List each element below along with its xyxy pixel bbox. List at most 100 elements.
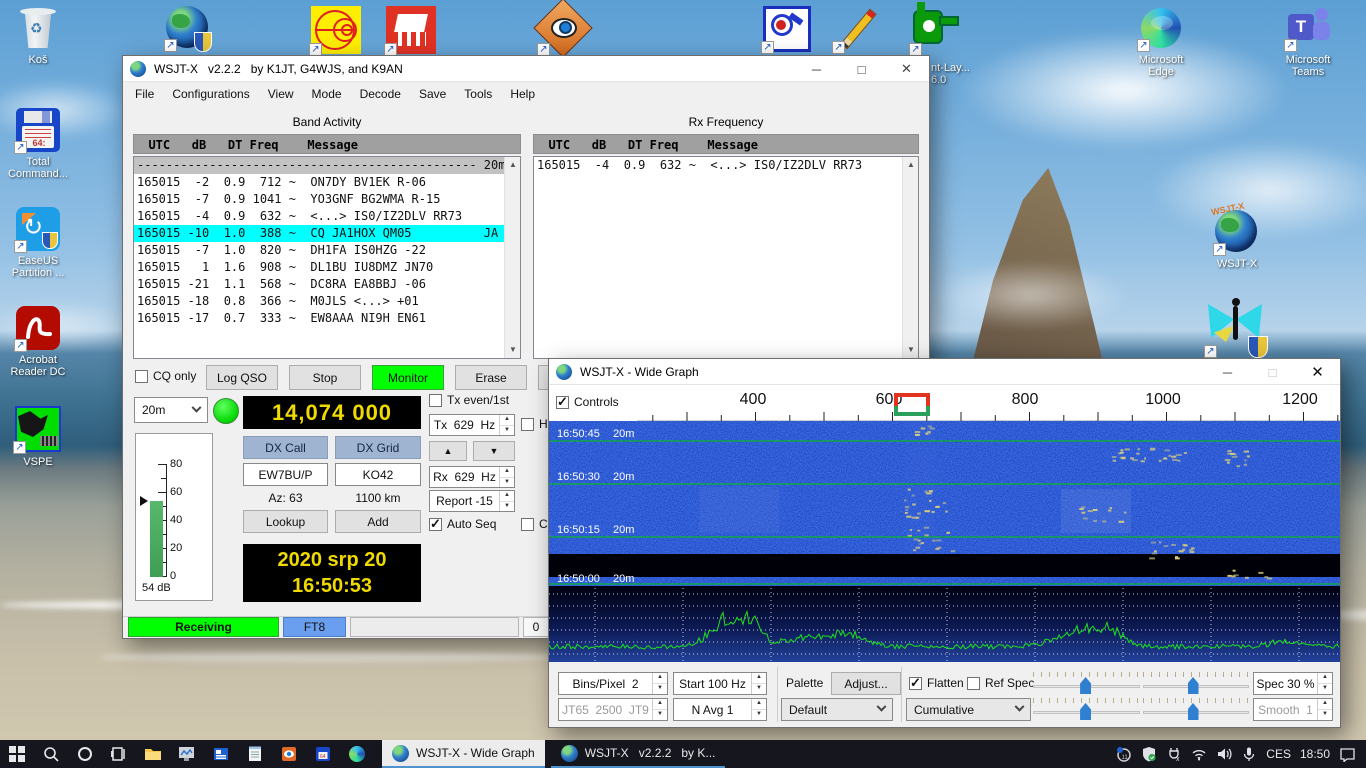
spectrum-zero-slider[interactable] <box>1143 698 1249 720</box>
ref-spec-checkbox[interactable]: Ref Spec <box>967 676 1034 690</box>
stop-button[interactable]: Stop <box>289 365 361 390</box>
language-indicator[interactable]: CES <box>1266 747 1291 761</box>
rx-frequency-list[interactable]: 165015 -4 0.9 632 ~ <...> IS0/IZ2DLV RR7… <box>533 156 919 359</box>
scroll-up-icon[interactable]: ▲ <box>903 157 919 173</box>
n-avg-spinner[interactable]: N Avg 1 ▲▼ <box>673 698 767 721</box>
dx-call-field[interactable]: EW7BU/P <box>243 463 328 486</box>
jt65-jt9-spinner[interactable]: JT65 2500 JT9 ▲▼ <box>558 698 668 721</box>
defender-shield-icon[interactable] <box>1141 746 1157 762</box>
bins-pixel-spinner[interactable]: Bins/Pixel 2 ▲▼ <box>558 672 668 695</box>
notepad-icon[interactable] <box>242 740 268 768</box>
desktop-icon-acrobat[interactable]: ↗ Acrobat Reader DC <box>0 306 76 378</box>
wide-graph-titlebar[interactable]: WSJT-X - Wide Graph ─ □ ✕ <box>549 359 1340 385</box>
maximize-button[interactable]: □ <box>1250 359 1295 385</box>
checkbox-box[interactable] <box>135 370 148 383</box>
monitor-button[interactable]: Monitor <box>372 365 444 390</box>
spinner-arrows[interactable]: ▲▼ <box>1317 673 1332 694</box>
log-qso-button[interactable]: Log QSO <box>206 365 278 390</box>
desktop-icon-easeus[interactable]: ↻ ↗ EaseUS Partition ... <box>0 207 76 279</box>
rx-freq-spinner[interactable]: Rx 629 Hz ▲▼ <box>429 466 515 488</box>
decode-row[interactable]: 165015 1 1.6 908 ~ DL1BU IU8DMZ JN70 <box>134 259 520 276</box>
flatten-checkbox[interactable]: Flatten <box>909 676 964 690</box>
band-selector[interactable]: 20m <box>134 397 208 423</box>
decode-row-selected[interactable]: 165015 -10 1.0 388 ~ CQ JA1HOX QM05 JA <box>134 225 520 242</box>
decode-row[interactable]: 165015 -2 0.9 712 ~ ON7DY BV1EK R-06 <box>134 174 520 191</box>
desktop-icon-wsjtx[interactable]: WSJT-X ↗ WSJT-X <box>1199 210 1275 270</box>
menu-file[interactable]: File <box>126 87 163 101</box>
decode-row[interactable]: 165015 -7 0.9 1041 ~ YO3GNF BG2WMA R-15 <box>134 191 520 208</box>
desktop-icon-irfanview[interactable]: ↗ <box>526 4 602 54</box>
report-spinner[interactable]: Report -15 ▲▼ <box>429 490 515 512</box>
edge-taskbar-icon[interactable] <box>344 740 370 768</box>
notification-center-icon[interactable] <box>1339 746 1356 762</box>
checkbox-box[interactable] <box>521 418 534 431</box>
menu-mode[interactable]: Mode <box>303 87 351 101</box>
checkbox-box[interactable] <box>429 394 442 407</box>
scroll-up-icon[interactable]: ▲ <box>505 157 521 173</box>
tx-down-button[interactable]: ▼ <box>473 441 515 461</box>
spinner-arrows[interactable]: ▲▼ <box>499 415 514 435</box>
desktop-icon-chip[interactable]: ↗ <box>373 6 449 54</box>
spinner-arrows[interactable]: ▲▼ <box>751 699 766 720</box>
volume-icon[interactable] <box>1216 746 1232 762</box>
decode-row[interactable]: 165015 -18 0.8 366 ~ M0JLS <...> +01 <box>134 293 520 310</box>
erase-button[interactable]: Erase <box>455 365 527 390</box>
tx-even-checkbox[interactable]: Tx even/1st <box>429 393 509 407</box>
spinner-arrows[interactable]: ▲▼ <box>751 673 766 694</box>
decode-row[interactable]: 165015 -17 0.7 333 ~ EW8AAA NI9H EN61 <box>134 310 520 327</box>
frequency-display[interactable]: 14,074 000 <box>243 396 421 429</box>
waterfall[interactable]: 16:50:45 20m 16:50:30 20m 16:50:15 20m 1… <box>549 421 1340 664</box>
lookup-button[interactable]: Lookup <box>243 510 328 533</box>
blue-window-app-icon[interactable] <box>208 740 234 768</box>
desktop-icon-edge[interactable]: ↗ Microsoft Edge <box>1123 6 1199 78</box>
desktop-icon-sprint-layout[interactable]: ↗ <box>899 4 975 54</box>
spinner-arrows[interactable]: ▲▼ <box>499 491 514 511</box>
desktop-icon-wsjtx-shield[interactable]: ↗ <box>150 6 226 50</box>
start-button[interactable] <box>4 740 30 768</box>
call-first-checkbox-partial[interactable]: Ca <box>521 517 549 531</box>
tx-up-button[interactable]: ▲ <box>429 441 467 461</box>
minimize-button[interactable]: ─ <box>1205 359 1250 385</box>
decode-row[interactable]: 165015 -4 0.9 632 ~ <...> IS0/IZ2DLV RR7… <box>534 157 918 174</box>
adjust-button[interactable]: Adjust... <box>831 672 901 695</box>
maximize-button[interactable]: □ <box>839 56 884 82</box>
smooth-spinner[interactable]: Smooth 1 ▲▼ <box>1253 698 1333 721</box>
waterfall-gain-slider[interactable] <box>1033 672 1140 694</box>
checkbox-box[interactable] <box>909 677 922 690</box>
microphone-icon[interactable] <box>1241 746 1257 762</box>
start-freq-spinner[interactable]: Start 100 Hz ▲▼ <box>673 672 767 695</box>
decode-row[interactable]: 165015 -7 1.0 820 ~ DH1FA IS0HZG -22 <box>134 242 520 259</box>
cq-only-checkbox[interactable]: CQ only <box>135 369 196 383</box>
spinner-arrows[interactable]: ▲▼ <box>652 699 667 720</box>
total-commander-taskbar-icon[interactable]: 64 <box>310 740 336 768</box>
tx-freq-spinner[interactable]: Tx 629 Hz ▲▼ <box>429 414 515 436</box>
desktop-icon-total-commander[interactable]: 64: ↗ Total Command... <box>0 108 76 180</box>
desktop-icon-teams[interactable]: T ↗ Microsoft Teams <box>1270 6 1346 78</box>
desktop-icon-pencil[interactable]: ↗ <box>821 4 897 52</box>
desktop-icon-smith-chart[interactable]: ↗ <box>298 6 374 54</box>
file-explorer-icon[interactable] <box>140 740 166 768</box>
band-divider-row[interactable]: ----------------------------------------… <box>134 157 520 174</box>
frequency-scale[interactable]: 400 600 800 1000 1200 <box>549 387 1340 421</box>
irfanview-taskbar-icon[interactable] <box>276 740 302 768</box>
scrollbar[interactable]: ▲▼ <box>504 157 520 358</box>
minimize-button[interactable]: ─ <box>794 56 839 82</box>
palette-combo[interactable]: Default <box>781 698 893 721</box>
cortana-icon[interactable] <box>72 740 98 768</box>
spec-percent-spinner[interactable]: Spec 30 % ▲▼ <box>1253 672 1333 695</box>
scroll-down-icon[interactable]: ▼ <box>505 342 521 358</box>
taskbar-button-wide-graph[interactable]: WSJT-X - Wide Graph <box>382 740 545 768</box>
spectrum-gain-slider[interactable] <box>1033 698 1140 720</box>
menu-decode[interactable]: Decode <box>351 87 410 101</box>
checkbox-box[interactable] <box>556 396 569 409</box>
spinner-arrows[interactable]: ▲▼ <box>499 467 514 487</box>
taskbar-button-wsjtx[interactable]: WSJT-X v2.2.2 by K... <box>551 740 726 768</box>
scrollbar[interactable]: ▲▼ <box>902 157 918 358</box>
close-button[interactable]: ✕ <box>1295 359 1340 385</box>
clock[interactable]: 18:50 <box>1300 747 1330 761</box>
search-icon[interactable] <box>38 740 64 768</box>
menu-view[interactable]: View <box>259 87 303 101</box>
monitor-app-icon[interactable] <box>174 740 200 768</box>
auto-seq-checkbox[interactable]: Auto Seq <box>429 517 496 531</box>
menu-save[interactable]: Save <box>410 87 455 101</box>
